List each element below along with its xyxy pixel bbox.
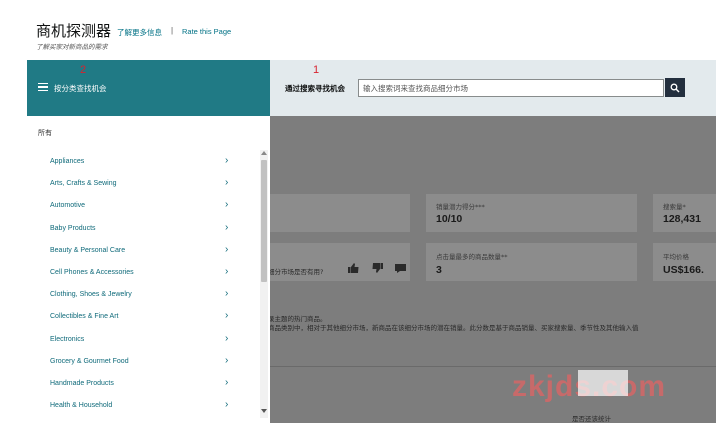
- category-label: Automotive: [50, 202, 86, 210]
- rate-page-link[interactable]: Rate this Page: [182, 27, 231, 36]
- avg-price-label: 平均价格: [663, 253, 689, 261]
- sales-potential-label: 销量潜力得分***: [436, 203, 485, 211]
- category-item[interactable]: Grocery & Gourmet Food ›: [50, 354, 240, 372]
- category-label: Grocery & Gourmet Food: [50, 357, 129, 365]
- category-item[interactable]: Beauty & Personal Care ›: [50, 243, 240, 261]
- category-label: Cell Phones & Accessories: [50, 269, 134, 276]
- scroll-up-arrow-icon[interactable]: [261, 151, 267, 155]
- chevron-right-icon: ›: [225, 354, 229, 366]
- category-label: Appliances: [50, 158, 85, 165]
- comment-icon[interactable]: [395, 264, 406, 273]
- category-item[interactable]: Health & Household ›: [50, 399, 240, 416]
- category-label: Baby Products: [50, 224, 96, 232]
- category-item[interactable]: Collectibles & Fine Art ›: [50, 310, 240, 327]
- chevron-right-icon: ›: [225, 377, 229, 388]
- search-icon: [670, 83, 680, 92]
- thumbs-up-icon[interactable]: [348, 263, 359, 273]
- chevron-right-icon: ›: [225, 243, 229, 255]
- click-count-value: 3: [436, 264, 442, 276]
- scroll-down-arrow-icon[interactable]: [261, 409, 267, 413]
- chevron-right-icon: ›: [225, 177, 229, 189]
- annotation-badge-1: 1: [313, 64, 320, 76]
- header-separator: |: [171, 26, 174, 35]
- search-volume-value: 128,431: [663, 213, 701, 225]
- category-label: Electronics: [50, 335, 85, 343]
- bottom-section-text: 是否还该统计: [572, 415, 611, 423]
- search-label: 通过搜索寻找机会: [285, 84, 345, 93]
- learn-more-link[interactable]: 了解更多信息: [117, 27, 162, 38]
- page-title: 商机探测器: [36, 22, 112, 40]
- search-input[interactable]: [358, 79, 664, 97]
- redaction-blot: [578, 370, 628, 396]
- hamburger-menu-icon[interactable]: [38, 83, 48, 92]
- feedback-question: 细分市场是否有用?: [268, 268, 324, 276]
- chevron-right-icon: ›: [225, 266, 229, 277]
- scrollbar-thumb[interactable]: [261, 160, 267, 282]
- chevron-right-icon: ›: [225, 221, 229, 233]
- chevron-right-icon: ›: [225, 288, 229, 300]
- category-item[interactable]: Automotive ›: [50, 199, 240, 216]
- category-label: Health & Household: [50, 402, 113, 410]
- search-button[interactable]: [665, 78, 685, 97]
- page-header: 商机探测器 了解更多信息 | Rate this Page 了解买家对新商品的需…: [0, 0, 716, 60]
- category-label: Collectibles & Fine Art: [50, 313, 119, 321]
- thumbs-down-icon[interactable]: [372, 263, 383, 273]
- chevron-right-icon: ›: [225, 199, 229, 211]
- category-item[interactable]: Appliances ›: [50, 155, 240, 172]
- all-categories-label[interactable]: 所有: [38, 128, 52, 138]
- category-item[interactable]: Arts, Crafts & Sewing ›: [50, 177, 240, 194]
- category-item[interactable]: Handmade Products ›: [50, 377, 240, 394]
- category-item[interactable]: Baby Products ›: [50, 221, 240, 239]
- divider: [268, 366, 716, 367]
- avg-price-value: US$166.: [663, 264, 704, 276]
- category-label: Clothing, Shoes & Jewelry: [50, 291, 132, 299]
- category-label: Handmade Products: [50, 380, 114, 387]
- annotation-badge-2: 2: [80, 64, 87, 76]
- chevron-right-icon: ›: [225, 399, 229, 411]
- category-item[interactable]: Electronics ›: [50, 332, 240, 350]
- category-item[interactable]: Clothing, Shoes & Jewelry ›: [50, 288, 240, 305]
- category-label: Arts, Crafts & Sewing: [50, 180, 117, 188]
- search-volume-label: 搜索量*: [663, 203, 686, 211]
- category-label: Beauty & Personal Care: [50, 246, 126, 254]
- description-line-2: 商品类别中，相对于其他细分市场，新商品在该细分市场的潜在销量。此分数是基于商品销…: [268, 324, 639, 332]
- chevron-right-icon: ›: [225, 155, 229, 166]
- category-item[interactable]: Cell Phones & Accessories ›: [50, 266, 240, 283]
- sales-potential-value: 10/10: [436, 213, 463, 225]
- sidebar-header-label: 按分类查找机会: [54, 84, 107, 93]
- chevron-right-icon: ›: [225, 310, 229, 322]
- page-subtitle: 了解买家对新商品的需求: [36, 43, 108, 51]
- metric-card-left: [268, 194, 410, 232]
- chevron-right-icon: ›: [225, 332, 229, 344]
- click-count-label: 点击量最多的商品数量**: [436, 253, 508, 261]
- metric-card-click-count: [426, 243, 637, 281]
